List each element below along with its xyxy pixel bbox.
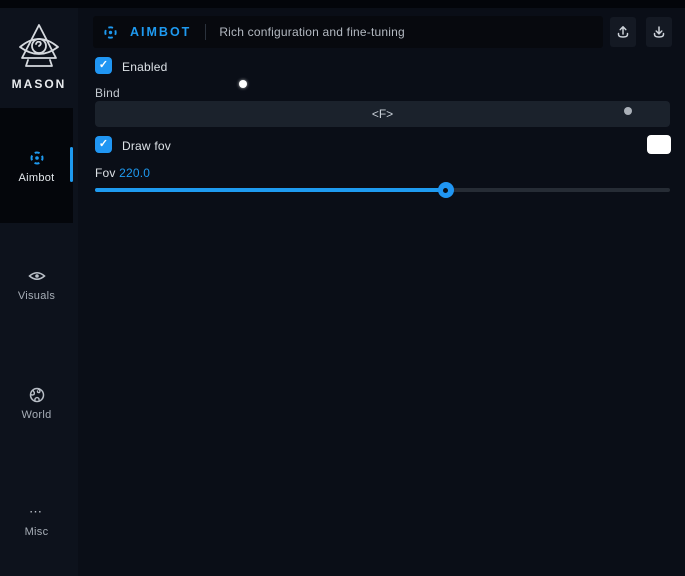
- crosshair-icon: [102, 24, 119, 41]
- sidebar-item-label: Visuals: [0, 290, 73, 302]
- upload-icon: [615, 24, 631, 40]
- fov-slider[interactable]: [95, 188, 670, 192]
- draw-fov-checkbox[interactable]: ✓: [95, 136, 112, 153]
- fov-label: Fov: [95, 166, 116, 180]
- fov-color-picker[interactable]: [647, 135, 671, 154]
- page-title: AIMBOT: [130, 25, 191, 39]
- enabled-checkbox[interactable]: ✓: [95, 57, 112, 74]
- brand-name: MASON: [0, 77, 78, 91]
- fov-slider-fill: [95, 188, 446, 192]
- crosshair-icon: [0, 148, 73, 168]
- bind-key-input[interactable]: <F>: [95, 101, 670, 127]
- fov-label-row: Fov 220.0: [95, 166, 150, 180]
- bind-key-value: <F>: [372, 107, 393, 121]
- window-top-strip: [0, 0, 685, 8]
- globe-icon: [0, 385, 73, 405]
- import-config-button[interactable]: [646, 17, 672, 47]
- mouse-cursor-dot: [239, 80, 247, 88]
- sidebar-item-misc[interactable]: ⋯ Misc: [0, 502, 73, 538]
- brand-logo: MASON: [0, 22, 78, 91]
- header-divider: [205, 24, 206, 40]
- download-icon: [651, 24, 667, 40]
- pyramid-eye-icon: [15, 22, 63, 74]
- fov-value: 220.0: [119, 166, 150, 180]
- bind-dot: [624, 107, 632, 115]
- page-header: AIMBOT Rich configuration and fine-tunin…: [93, 16, 603, 48]
- bind-label: Bind: [95, 86, 120, 100]
- page-subtitle: Rich configuration and fine-tuning: [219, 25, 405, 39]
- sidebar-item-label: World: [0, 409, 73, 421]
- draw-fov-label: Draw fov: [122, 139, 171, 153]
- eye-icon: [0, 266, 73, 286]
- sidebar-item-world[interactable]: World: [0, 385, 73, 421]
- sidebar-item-visuals[interactable]: Visuals: [0, 266, 73, 302]
- sidebar-item-label: Aimbot: [0, 172, 73, 184]
- sidebar: MASON Aimbot Visuals World: [0, 8, 78, 576]
- fov-slider-handle[interactable]: [438, 182, 454, 198]
- main-panel: AIMBOT Rich configuration and fine-tunin…: [78, 8, 685, 576]
- enabled-label: Enabled: [122, 60, 167, 74]
- sidebar-item-aimbot[interactable]: Aimbot: [0, 148, 73, 184]
- ellipsis-icon: ⋯: [0, 502, 73, 522]
- sidebar-item-label: Misc: [0, 526, 73, 538]
- export-config-button[interactable]: [610, 17, 636, 47]
